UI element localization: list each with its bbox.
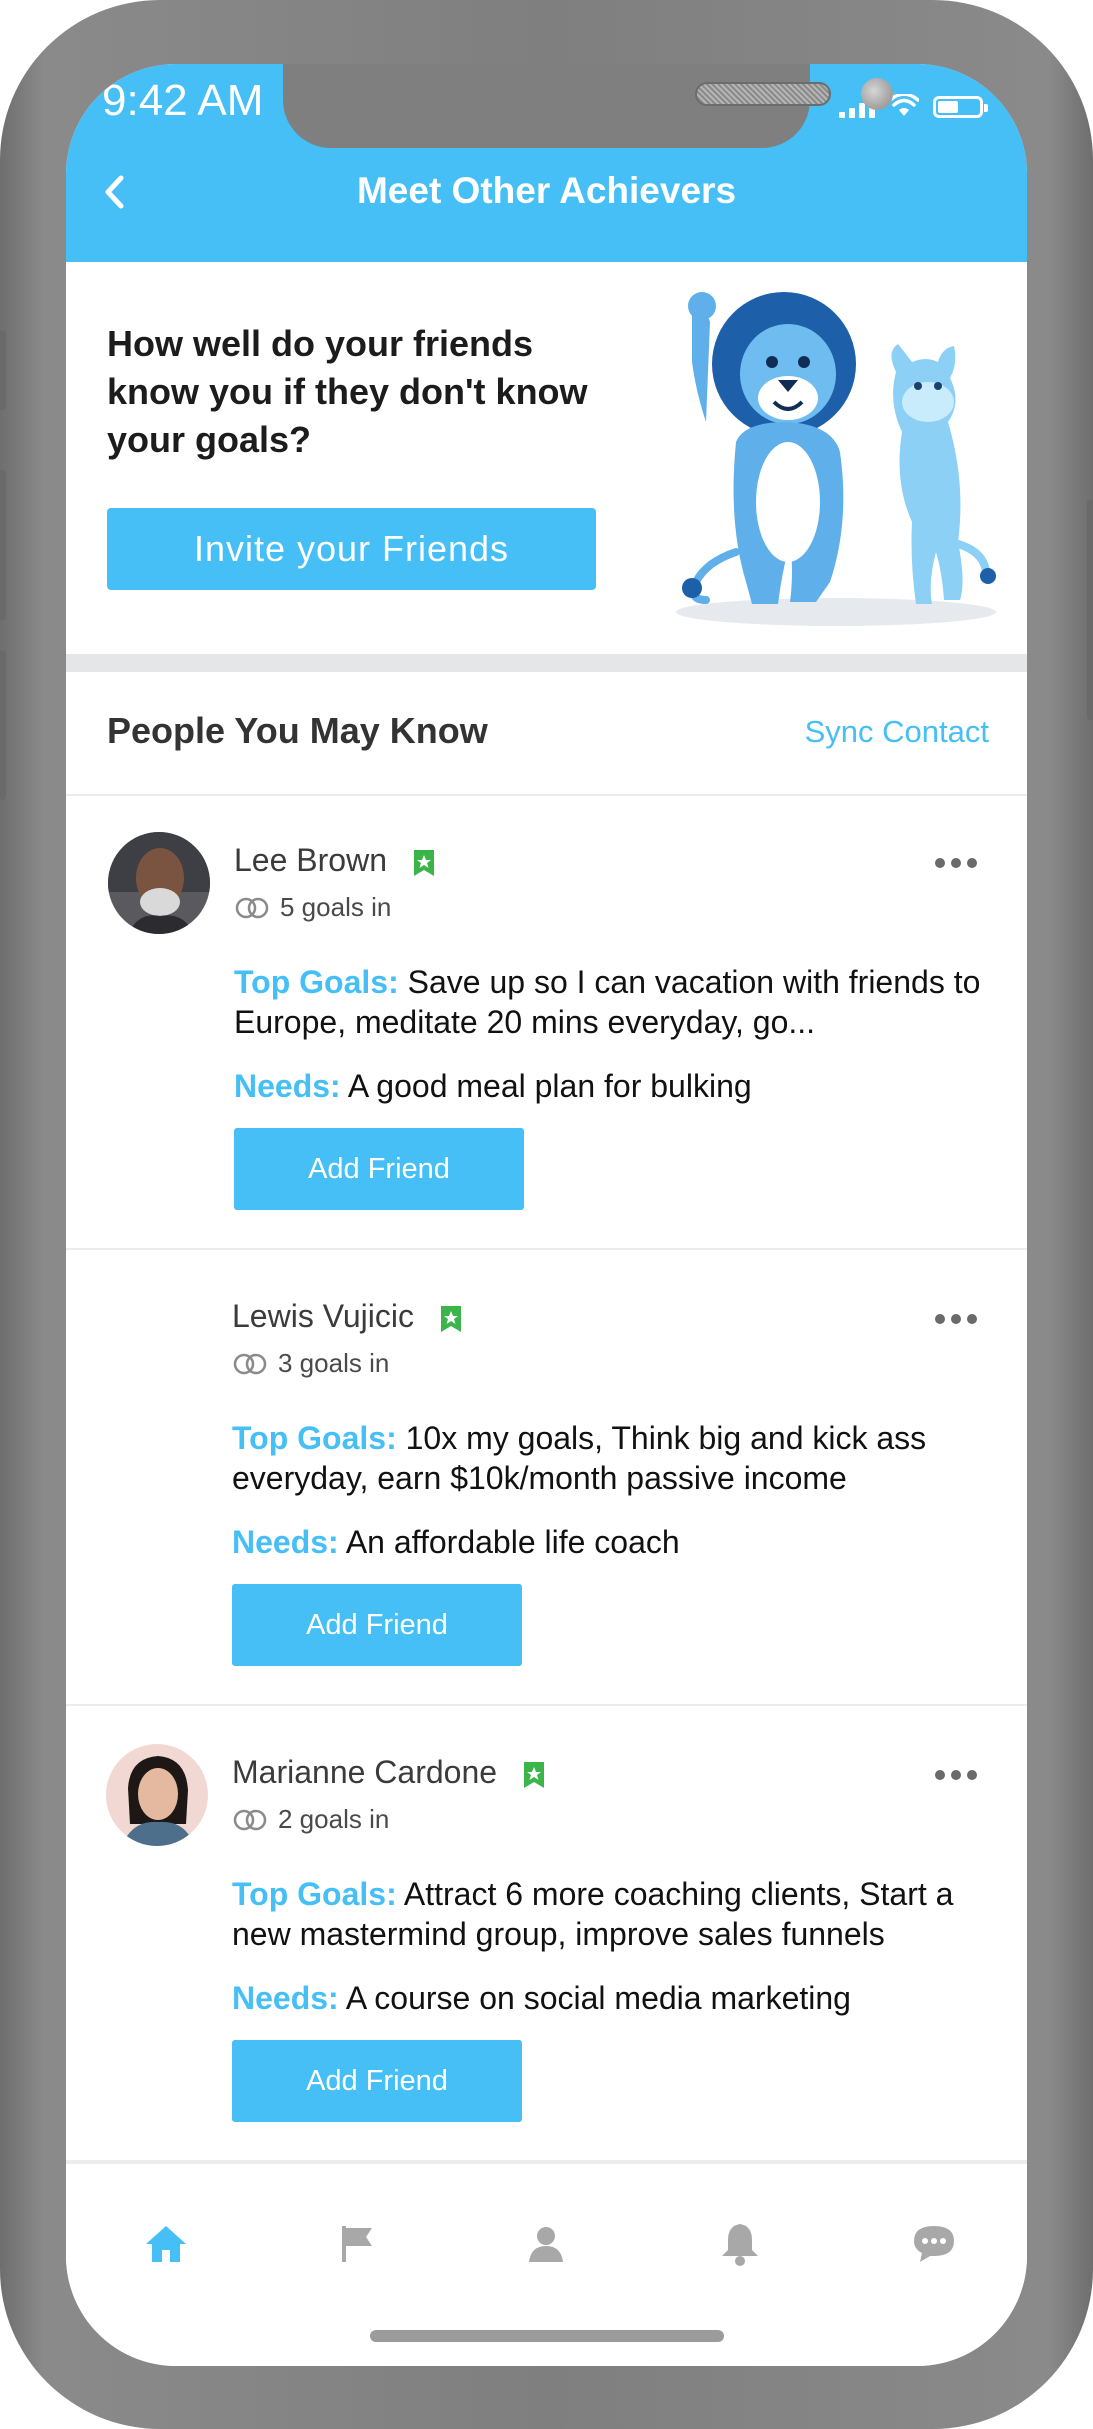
goals-count: 3 goals in (232, 1348, 389, 1379)
needs: Needs: An affordable life coach (232, 1524, 680, 1560)
avatar-image (108, 832, 210, 934)
people-section-header: People You May Know Sync Contact (66, 672, 1027, 796)
needs: Needs: A course on social media marketin… (232, 1980, 851, 2016)
app-header: 9:42 AM Meet Other Achievers (66, 64, 1027, 262)
linked-rings-icon (233, 1353, 267, 1374)
person-name: Lewis Vujicic (232, 1298, 461, 1335)
volume-down-button (0, 650, 6, 800)
linked-rings-icon (235, 897, 269, 918)
nav-goals[interactable] (328, 2214, 388, 2274)
add-friend-button[interactable]: Add Friend (234, 1128, 524, 1210)
top-goals: Top Goals: 10x my goals, Think big and k… (232, 1420, 927, 1496)
invite-friends-button[interactable]: Invite your Friends (107, 508, 596, 590)
power-button (1087, 500, 1093, 720)
top-goals: Top Goals: Save up so I can vacation wit… (234, 964, 981, 1040)
home-indicator[interactable] (370, 2330, 724, 2342)
lion-mascot-illustration (676, 292, 996, 626)
nav-profile[interactable] (516, 2214, 576, 2274)
chat-icon (914, 2226, 954, 2262)
home-icon (146, 2226, 186, 2262)
volume-up-button (0, 470, 6, 620)
avatar[interactable] (106, 1744, 208, 1846)
person-card: Marianne Cardone 2 goals in Top Goals: A… (66, 1706, 1027, 2162)
add-friend-button[interactable]: Add Friend (232, 2040, 522, 2122)
page-title: Meet Other Achievers (356, 170, 737, 211)
verified-badge-icon (523, 1761, 544, 1788)
section-divider (66, 654, 1027, 672)
more-options-icon[interactable] (929, 1764, 983, 1786)
verified-badge-icon (440, 1305, 461, 1332)
more-options-icon[interactable] (929, 1308, 983, 1330)
more-options-icon[interactable] (929, 852, 983, 874)
avatar-image (106, 1744, 208, 1846)
person-card: Lewis Vujicic 3 goals in Top Goals: 10x … (66, 1250, 1027, 1706)
avatar[interactable] (108, 832, 210, 934)
linked-rings-icon (233, 1809, 267, 1830)
people-section-title: People You May Know (107, 710, 488, 751)
battery-icon (933, 96, 988, 118)
person-name: Marianne Cardone (232, 1754, 544, 1791)
top-goals: Top Goals: Attract 6 more coaching clien… (232, 1876, 954, 1952)
notch (283, 64, 893, 148)
goals-count: 5 goals in (234, 892, 391, 923)
phone-frame: 9:42 AM Meet Other Achievers How well do… (0, 0, 1093, 2429)
flag-icon (342, 2226, 372, 2262)
invite-question: How well do your friends know you if the… (107, 323, 588, 460)
nav-notifications[interactable] (710, 2214, 770, 2274)
front-camera (861, 78, 893, 110)
invite-section: How well do your friends know you if the… (66, 262, 1027, 654)
bell-icon (722, 2224, 758, 2266)
add-friend-button[interactable]: Add Friend (232, 1584, 522, 1666)
speaker-grill (695, 82, 831, 106)
verified-badge-icon (413, 849, 434, 876)
status-time: 9:42 AM (102, 76, 264, 125)
nav-messages[interactable] (904, 2214, 964, 2274)
person-name: Lee Brown (234, 842, 434, 879)
sync-contact-link[interactable]: Sync Contact (805, 714, 989, 750)
needs: Needs: A good meal plan for bulking (234, 1068, 752, 1104)
wifi-icon (889, 94, 919, 116)
phone-screen: 9:42 AM Meet Other Achievers How well do… (66, 64, 1027, 2366)
goals-count: 2 goals in (232, 1804, 389, 1835)
profile-icon (529, 2227, 563, 2262)
person-card: Lee Brown 5 goals in Top Goals: Save up … (66, 794, 1027, 1250)
mute-switch (0, 330, 6, 410)
nav-home[interactable] (136, 2214, 196, 2274)
